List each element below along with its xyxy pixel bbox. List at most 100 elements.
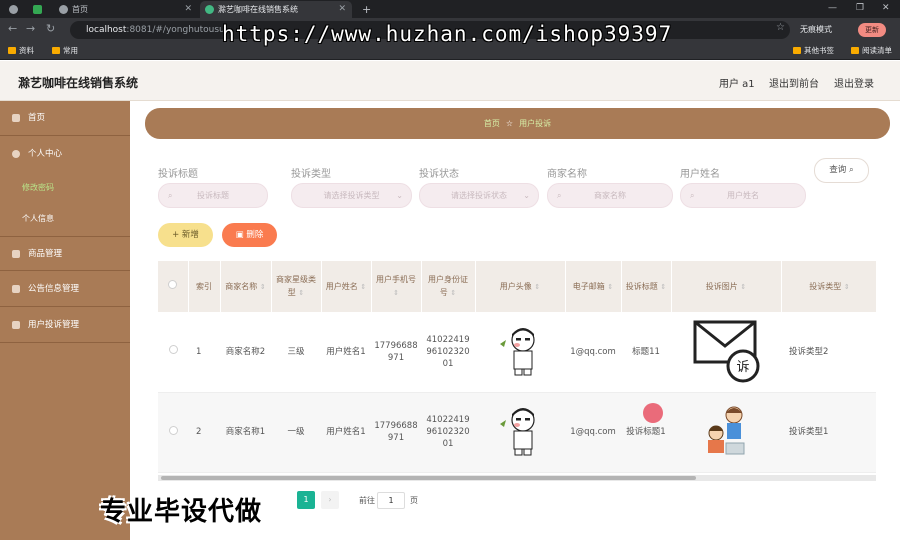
bookmark-item[interactable]: 其他书签	[793, 45, 834, 57]
sort-icon[interactable]: ⇕	[844, 283, 850, 291]
table-header[interactable]: 商家名称 ⇕	[220, 261, 272, 312]
header-select[interactable]	[158, 261, 189, 312]
app-header: 滁艺咖啡在线销售系统 用户 a1 退出到前台 退出登录	[0, 61, 900, 101]
browser-tab-2[interactable]	[28, 1, 52, 18]
add-label: 新增	[181, 230, 199, 240]
user-name-input[interactable]: ⌕ 用户姓名	[680, 183, 806, 208]
breadcrumb-home[interactable]: 首页	[484, 119, 500, 128]
table-header[interactable]: 投诉类型 ⇕	[781, 261, 876, 312]
cell-avatar	[475, 312, 565, 393]
envelope-complaint-icon[interactable]: 诉	[691, 316, 761, 384]
bookmark-item[interactable]: 资料	[8, 45, 34, 57]
row-checkbox[interactable]	[168, 345, 178, 355]
customer-service-image[interactable]	[696, 399, 756, 461]
sidebar-item-personal-center[interactable]: 个人中心	[0, 137, 130, 172]
cell-phone: 17796688971	[371, 312, 421, 393]
sidebar-subitem-change-password[interactable]: 修改密码	[0, 172, 130, 203]
sidebar-item-label: 修改密码	[22, 183, 54, 192]
sidebar-item-home[interactable]: 首页	[0, 101, 130, 136]
forward-icon[interactable]: →	[26, 22, 35, 35]
sort-icon[interactable]: ⇕	[298, 289, 304, 297]
table-row[interactable]: 2 商家名称1 一级 用户姓名1 17796688971 41022419961…	[158, 392, 876, 473]
sidebar: 首页 个人中心 修改密码 个人信息 商品管理 公告信息管理 用户投诉管理	[0, 101, 130, 540]
scroll-thumb[interactable]	[161, 476, 696, 480]
sort-icon[interactable]: ⇕	[740, 283, 746, 291]
update-button[interactable]: 更新	[858, 23, 886, 37]
sidebar-item-notices[interactable]: 公告信息管理	[0, 272, 130, 307]
close-icon[interactable]: ✕	[184, 1, 192, 18]
avatar-cartoon-image[interactable]	[489, 322, 551, 378]
cell-type: 投诉类型1	[781, 392, 876, 473]
reload-icon[interactable]: ↻	[46, 22, 55, 35]
filter-label: 投诉标题	[158, 169, 198, 180]
cell-index: 1	[188, 312, 220, 393]
table-header[interactable]: 用户姓名 ⇕	[321, 261, 372, 312]
browser-tab-active[interactable]: 滁艺咖啡在线销售系统 ✕	[200, 1, 352, 18]
sidebar-item-label: 公告信息管理	[28, 284, 80, 294]
sort-icon[interactable]: ⇕	[534, 283, 540, 291]
current-user: 用户 a1	[719, 79, 755, 90]
front-link[interactable]: 退出到前台	[769, 75, 819, 90]
sidebar-item-label: 用户投诉管理	[28, 320, 80, 330]
browser-tab-3[interactable]: 首页 ✕	[54, 1, 198, 18]
sidebar-item-complaints[interactable]: 用户投诉管理	[0, 308, 130, 343]
table-header[interactable]: 用户头像 ⇕	[475, 261, 566, 312]
sidebar-item-label: 首页	[28, 113, 46, 123]
cell-email: 1@qq.com	[565, 312, 621, 393]
select-all-checkbox[interactable]	[168, 280, 178, 289]
browser-tabbar: 首页 ✕ 滁艺咖啡在线销售系统 ✕ + — ❐ ✕	[0, 0, 900, 18]
chevron-down-icon: ⌄	[523, 191, 530, 200]
sidebar-item-products[interactable]: 商品管理	[0, 236, 130, 271]
table-header[interactable]: 用户手机号 ⇕	[371, 261, 422, 312]
sort-icon[interactable]: ⇕	[660, 283, 666, 291]
table-header[interactable]: 用户身份证号 ⇕	[421, 261, 476, 312]
back-icon[interactable]: ←	[8, 22, 17, 35]
sort-icon[interactable]: ⇕	[450, 289, 456, 297]
avatar-cartoon-image[interactable]	[489, 402, 551, 458]
minimize-icon[interactable]: —	[828, 0, 837, 16]
complaint-status-select[interactable]: 请选择投诉状态 ⌄	[419, 183, 539, 208]
shop-name-input[interactable]: ⌕ 商家名称	[547, 183, 673, 208]
delete-button[interactable]: ▣ 删除	[222, 223, 277, 247]
add-button[interactable]: + 新增	[158, 223, 213, 247]
query-button[interactable]: 查询 ⌕	[814, 158, 869, 183]
goto-page-input[interactable]: 1	[377, 492, 405, 509]
cell-idcard: 410224199610232001	[421, 392, 475, 473]
monitor-icon	[12, 321, 20, 329]
page-current[interactable]: 1	[297, 491, 315, 509]
row-checkbox[interactable]	[168, 425, 178, 435]
bookmark-item[interactable]: 常用	[52, 45, 78, 57]
sort-icon[interactable]: ⇕	[607, 283, 613, 291]
sort-icon[interactable]: ⇕	[360, 283, 366, 291]
cursor-highlight	[643, 403, 663, 423]
table-header[interactable]: 电子邮箱 ⇕	[565, 261, 622, 312]
bookmark-item[interactable]: 阅读清单	[851, 45, 892, 57]
sidebar-subitem-profile[interactable]: 个人信息	[0, 203, 130, 234]
complaint-type-select[interactable]: 请选择投诉类型 ⌄	[291, 183, 412, 208]
row-select[interactable]	[158, 312, 188, 393]
star-icon: ☆	[505, 119, 514, 128]
svg-text:诉: 诉	[736, 360, 749, 375]
sort-icon[interactable]: ⇕	[260, 283, 266, 291]
close-icon[interactable]: ✕	[338, 1, 346, 18]
next-page-button[interactable]: ›	[321, 491, 339, 509]
vue-icon	[205, 5, 214, 14]
cell-type: 投诉类型2	[781, 312, 876, 393]
sidebar-item-label: 个人信息	[22, 214, 54, 223]
delete-label: 删除	[246, 230, 264, 240]
table-header[interactable]: 商家星级类型 ⇕	[271, 261, 322, 312]
row-select[interactable]	[158, 392, 188, 473]
close-window-icon[interactable]: ✕	[882, 0, 890, 16]
sort-icon[interactable]: ⇕	[393, 289, 399, 297]
restore-icon[interactable]: ❐	[856, 0, 864, 16]
table-header[interactable]: 投诉图片 ⇕	[671, 261, 782, 312]
complaint-title-input[interactable]: ⌕ 投诉标题	[158, 183, 268, 208]
star-icon[interactable]: ☆	[776, 22, 785, 33]
table-horizontal-scrollbar[interactable]	[158, 475, 876, 481]
url-host: localhost	[86, 25, 127, 35]
new-tab-button[interactable]: +	[356, 1, 374, 18]
table-header[interactable]: 投诉标题 ⇕	[621, 261, 672, 312]
browser-tab-1[interactable]	[4, 1, 26, 18]
logout-link[interactable]: 退出登录	[834, 75, 874, 90]
table-row[interactable]: 1 商家名称2 三级 用户姓名1 17796688971 41022419961…	[158, 312, 876, 393]
